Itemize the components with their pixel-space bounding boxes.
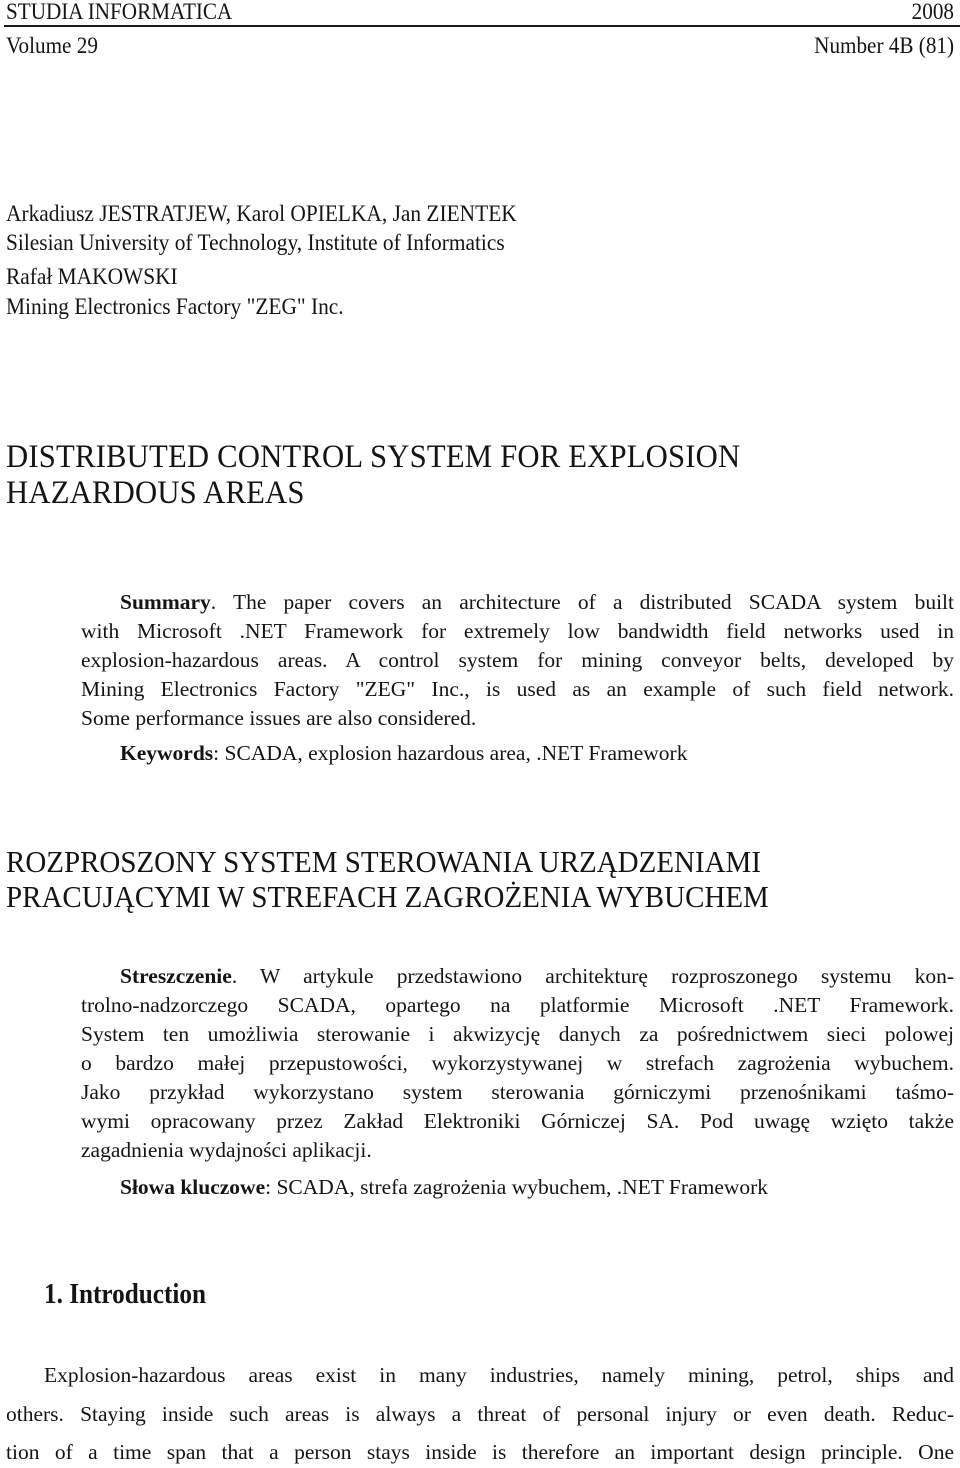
abstract-text: System ten umożliwia sterowanie i akwizy…: [81, 1022, 954, 1046]
paragraph-text: tion of a time span that a person stays …: [6, 1440, 954, 1464]
keywords-label: Keywords: [120, 741, 214, 765]
paragraph-line: others. Staying inside such areas is alw…: [6, 1400, 954, 1428]
abstract-text: . The paper covers an architecture of a …: [210, 590, 954, 614]
title-line: DISTRIBUTED CONTROL SYSTEM FOR EXPLOSION: [6, 439, 741, 475]
paragraph-line: tion of a time span that a person stays …: [6, 1438, 954, 1466]
keywords-text: : SCADA, strefa zagrożenia wybuchem, .NE…: [265, 1175, 769, 1199]
abstract-line: explosion-hazardous areas. A control sys…: [81, 646, 954, 674]
author-names: Rafał MAKOWSKI: [6, 264, 178, 289]
title-line: ROZPROSZONY SYSTEM STEROWANIA URZĄDZENIA…: [6, 844, 761, 879]
issue-number: Number 4B (81): [814, 33, 954, 58]
abstract-text: with Microsoft .NET Framework for extrem…: [81, 619, 954, 643]
abstract-text: Jako przykład wykorzystano system sterow…: [81, 1080, 954, 1104]
keywords-text: : SCADA, explosion hazardous area, .NET …: [213, 741, 688, 765]
paragraph-text: Explosion-hazardous areas exist in many …: [44, 1363, 954, 1387]
abstract-line: Some performance issues are also conside…: [81, 706, 477, 730]
abstract-line: Jako przykład wykorzystano system sterow…: [81, 1078, 954, 1106]
author-affiliation: Mining Electronics Factory "ZEG" Inc.: [6, 294, 344, 319]
abstract-line: trolno-nadzorczego SCADA, opartego na pl…: [81, 991, 954, 1019]
author-affiliation: Silesian University of Technology, Insti…: [6, 230, 505, 255]
abstract-line: Streszczenie. W artykule przedstawiono a…: [120, 962, 954, 990]
header-rule: [4, 25, 960, 27]
journal-name: STUDIA INFORMATICA: [6, 0, 233, 24]
abstract-line: wymi opracowany przez Zakład Elektroniki…: [81, 1107, 954, 1135]
title-line: PRACUJĄCYMI W STREFACH ZAGROŻENIA WYBUCH…: [6, 879, 769, 914]
title-line: HAZARDOUS AREAS: [6, 475, 305, 511]
abstract-text: trolno-nadzorczego SCADA, opartego na pl…: [81, 993, 954, 1017]
abstract-text: . W artykule przedstawiono architekturę …: [231, 964, 954, 988]
abstract-line: System ten umożliwia sterowanie i akwizy…: [81, 1020, 954, 1048]
summary-label: Summary: [120, 590, 211, 614]
abstract-line: with Microsoft .NET Framework for extrem…: [81, 617, 954, 645]
abstract-line: Summary. The paper covers an architectur…: [120, 588, 954, 616]
abstract-text: o bardzo małej przepustowości, wykorzyst…: [81, 1051, 954, 1075]
abstract-line: zagadnienia wydajności aplikacji.: [81, 1138, 372, 1162]
abstract-line: o bardzo małej przepustowości, wykorzyst…: [81, 1049, 954, 1077]
abstract-text: explosion-hazardous areas. A control sys…: [81, 648, 954, 672]
abstract-text: Mining Electronics Factory "ZEG" Inc., i…: [81, 677, 954, 701]
volume-label: Volume 29: [6, 33, 98, 58]
paragraph-text: others. Staying inside such areas is alw…: [6, 1402, 954, 1426]
author-names: Arkadiusz JESTRATJEW, Karol OPIELKA, Jan…: [6, 201, 517, 226]
section-heading: 1. Introduction: [44, 1279, 206, 1310]
abstract-text: wymi opracowany przez Zakład Elektroniki…: [81, 1109, 954, 1133]
keywords-line: Słowa kluczowe: SCADA, strefa zagrożenia…: [120, 1173, 768, 1201]
keywords-line: Keywords: SCADA, explosion hazardous are…: [120, 739, 687, 767]
paragraph-line: Explosion-hazardous areas exist in many …: [44, 1361, 954, 1389]
streszczenie-label: Streszczenie: [120, 964, 232, 988]
journal-year: 2008: [911, 0, 954, 24]
keywords-label: Słowa kluczowe: [120, 1175, 266, 1199]
abstract-line: Mining Electronics Factory "ZEG" Inc., i…: [81, 675, 954, 703]
